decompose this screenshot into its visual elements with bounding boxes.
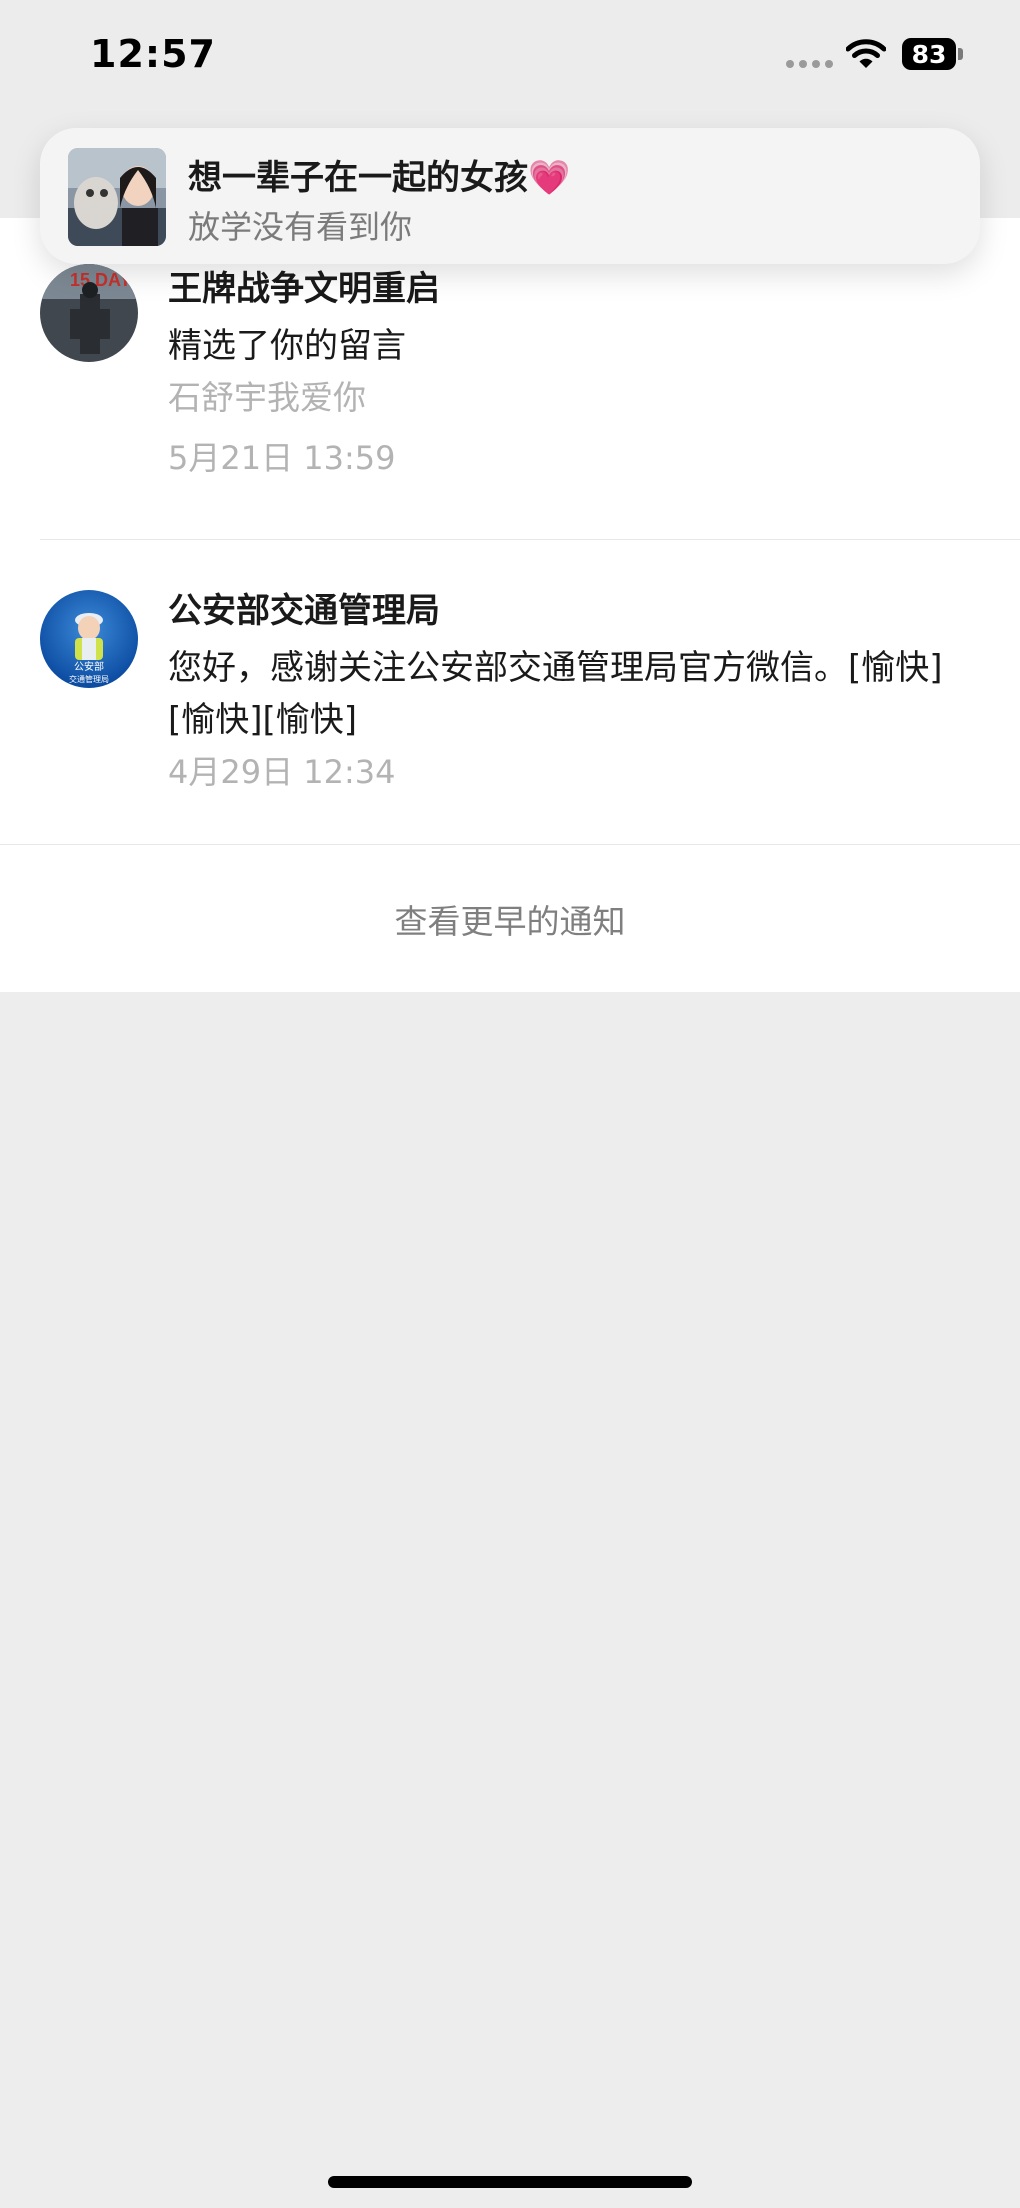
home-indicator[interactable] (328, 2176, 692, 2188)
avatar-text: 15 DAYS (70, 270, 138, 290)
notice-quote: 石舒宇我爱你 (168, 378, 366, 417)
notice-text: 精选了你的留言 (168, 326, 406, 366)
notice-title: 公安部交通管理局 (168, 591, 440, 631)
battery-level: 83 (902, 38, 956, 70)
notice-time: 4月29日 12:34 (168, 753, 396, 791)
banner-title: 想一辈子在一起的女孩💗 (188, 158, 571, 198)
avatar: 公安部 交通管理局 (40, 590, 138, 688)
status-time: 12:57 (90, 32, 216, 76)
avatar: 15 DAYS (40, 264, 138, 362)
wifi-icon (846, 39, 886, 68)
signal-icon (786, 60, 833, 68)
banner-body: 放学没有看到你 (188, 208, 413, 246)
list-item[interactable]: 15 DAYS 王牌战争文明重启 精选了你的留言 石舒宇我爱你 5月21日 13… (0, 218, 1020, 540)
avatar-text: 公安部 (74, 660, 104, 673)
notice-time: 5月21日 13:59 (168, 439, 396, 477)
notification-banner[interactable]: 想一辈子在一起的女孩💗 放学没有看到你 (40, 128, 980, 264)
battery-icon: 83 (902, 38, 964, 70)
status-bar: 12:57 83 (0, 0, 1020, 110)
notice-text: 您好，感谢关注公安部交通管理局官方微信。[愉快][愉快][愉快] (168, 648, 943, 740)
avatar-text: 交通管理局 (69, 674, 109, 684)
banner-avatar (68, 148, 166, 246)
view-earlier-notifications-link[interactable]: 查看更早的通知 (0, 845, 1020, 992)
notice-title: 王牌战争文明重启 (168, 269, 440, 309)
list-item[interactable]: 公安部 交通管理局 公安部交通管理局 您好，感谢关注公安部交通管理局官方微信。[… (0, 540, 1020, 845)
notification-list: 15 DAYS 王牌战争文明重启 精选了你的留言 石舒宇我爱你 5月21日 13… (0, 218, 1020, 992)
